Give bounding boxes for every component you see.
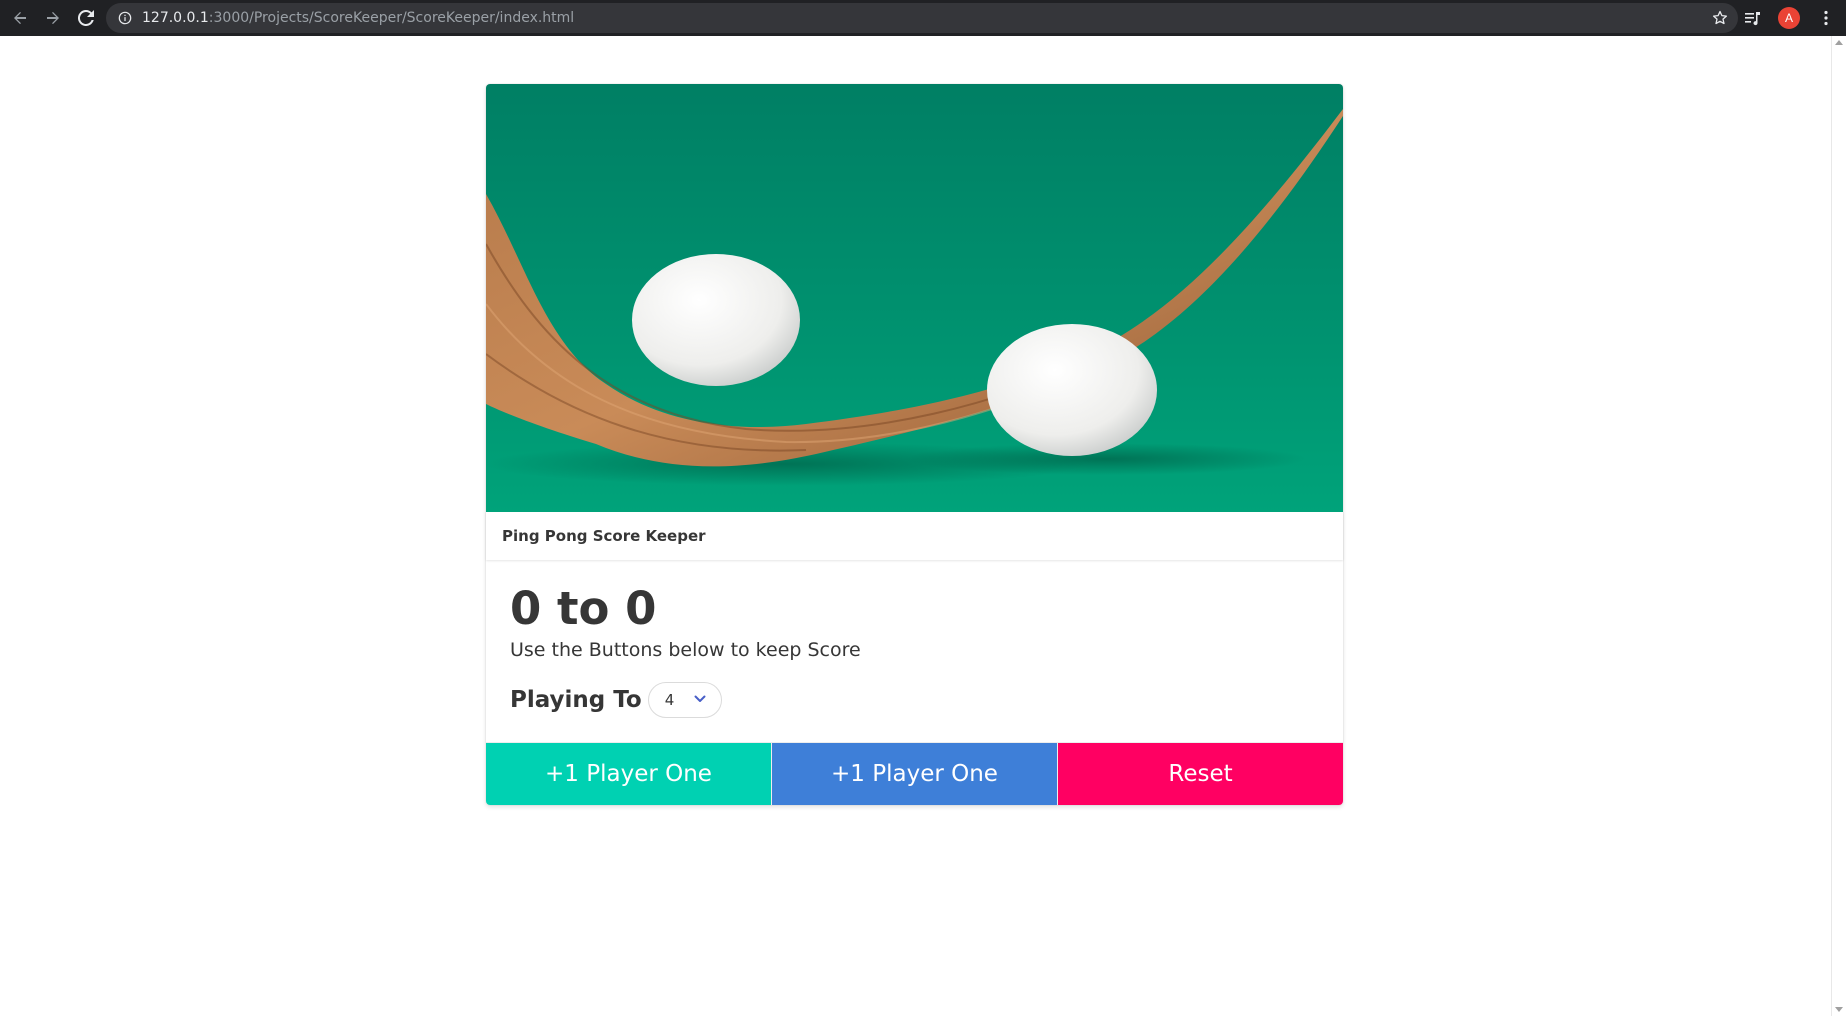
- reload-icon: [78, 10, 94, 26]
- page-scrollbar[interactable]: [1831, 36, 1846, 1016]
- reload-button[interactable]: [73, 5, 99, 31]
- playing-to-value: 4: [664, 691, 675, 709]
- star-icon[interactable]: [1712, 10, 1728, 26]
- address-bar[interactable]: 127.0.0.1:3000/Projects/ScoreKeeper/Scor…: [106, 3, 1738, 33]
- playing-to-label: Playing To: [510, 687, 642, 713]
- playing-to-select[interactable]: 4: [647, 682, 722, 718]
- url-path: :3000/Projects/ScoreKeeper/ScoreKeeper/i…: [208, 10, 575, 26]
- url-host: 127.0.0.1: [142, 10, 209, 26]
- eggs-on-leaf-image: [486, 84, 1343, 512]
- browser-toolbar: 127.0.0.1:3000/Projects/ScoreKeeper/Scor…: [0, 0, 1846, 36]
- playing-to-row: Playing To 4: [510, 682, 1319, 718]
- card-content: 0 to 0 Use the Buttons below to keep Sco…: [486, 560, 1343, 742]
- info-icon[interactable]: [118, 11, 132, 25]
- scroll-down-arrow-icon[interactable]: [1835, 1007, 1843, 1012]
- player-one-add-button[interactable]: +1 Player One: [486, 743, 771, 805]
- avatar[interactable]: A: [1778, 7, 1800, 29]
- back-icon: [14, 12, 26, 24]
- forward-icon: [47, 12, 59, 24]
- scroll-up-arrow-icon[interactable]: [1835, 40, 1843, 45]
- player-two-add-button[interactable]: +1 Player One: [771, 743, 1058, 805]
- chevron-down-icon: [694, 695, 706, 702]
- forward-button[interactable]: [40, 5, 66, 31]
- score-keeper-card: Ping Pong Score Keeper 0 to 0 Use the Bu…: [486, 84, 1343, 805]
- url-text[interactable]: 127.0.0.1:3000/Projects/ScoreKeeper/Scor…: [142, 10, 574, 26]
- card-header-title: Ping Pong Score Keeper: [502, 527, 706, 545]
- instructions-text: Use the Buttons below to keep Score: [510, 639, 861, 661]
- reading-list-icon[interactable]: [1742, 8, 1762, 28]
- menu-icon[interactable]: [1816, 8, 1836, 28]
- score-display: 0 to 0: [510, 582, 657, 635]
- card-header: Ping Pong Score Keeper: [486, 512, 1343, 560]
- back-button[interactable]: [7, 5, 33, 31]
- reset-button[interactable]: Reset: [1058, 743, 1343, 805]
- card-footer: +1 Player One +1 Player One Reset: [486, 742, 1343, 805]
